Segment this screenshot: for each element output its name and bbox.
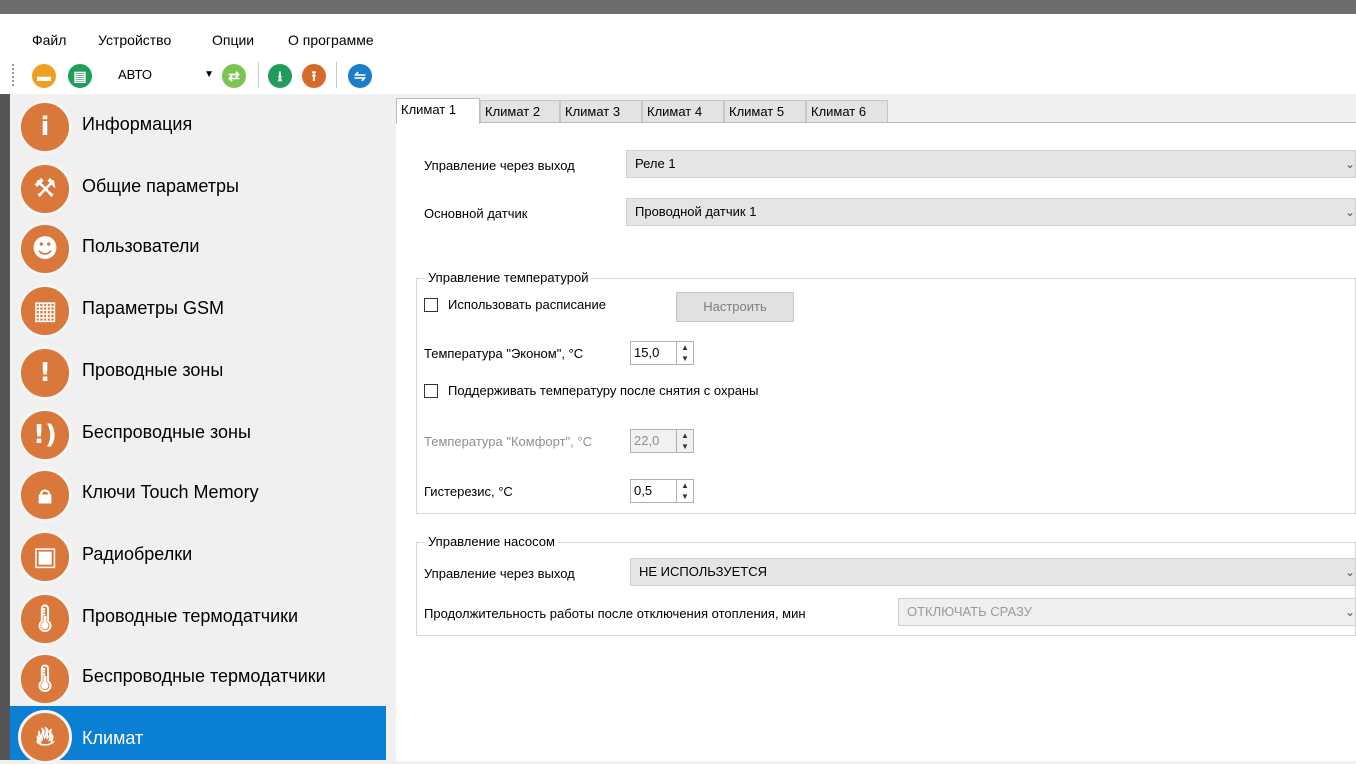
sensor-select[interactable]: Проводной датчик 1 ⌄ xyxy=(626,198,1356,226)
exclamation-icon: ! xyxy=(18,346,72,400)
chevron-down-icon: ⌄ xyxy=(1344,157,1355,171)
sim-card-icon: ▦ xyxy=(18,284,72,338)
output-select-value: Реле 1 xyxy=(635,156,676,171)
menu-file[interactable]: Файл xyxy=(32,32,66,48)
hysteresis-label: Гистерезис, °C xyxy=(424,484,513,499)
spin-arrows-icon: ▲ ▼ xyxy=(676,430,693,452)
pump-output-label: Управление через выход xyxy=(424,566,575,581)
sidebar-item-label: Беспроводные термодатчики xyxy=(82,666,326,686)
tab-climate-4[interactable]: Климат 4 xyxy=(642,100,724,122)
sidebar-item-touch-memory[interactable]: 🔒︎ Ключи Touch Memory xyxy=(10,464,386,524)
output-label: Управление через выход xyxy=(424,158,575,173)
sidebar-item-climate[interactable]: 🔥︎ Климат xyxy=(10,706,386,764)
toolbar-grip[interactable] xyxy=(12,64,14,86)
tab-climate-1[interactable]: Климат 1 xyxy=(396,98,480,124)
wireless-thermometer-icon: 🌡︎ xyxy=(18,652,72,706)
folder-open-icon[interactable]: ▬ xyxy=(32,64,56,88)
sidebar-item-general[interactable]: ⚒ Общие параметры xyxy=(10,158,386,218)
sidebar-item-wired-zones[interactable]: ! Проводные зоны xyxy=(10,342,386,402)
menu-about[interactable]: О программе xyxy=(288,32,374,48)
pump-duration-label: Продолжительность работы после отключени… xyxy=(424,606,806,621)
sidebar-item-label: Пользователи xyxy=(82,236,200,256)
thermometer-icon: 🌡︎ xyxy=(18,592,72,646)
toolbar-separator xyxy=(336,62,337,88)
sidebar-item-users[interactable]: ☻ Пользователи xyxy=(10,218,386,278)
sidebar-item-keyfobs[interactable]: ▣ Радиобрелки xyxy=(10,526,386,586)
temperature-group-title: Управление температурой xyxy=(425,270,592,285)
configure-button[interactable]: Настроить xyxy=(676,292,794,322)
menu-device[interactable]: Устройство xyxy=(98,32,171,48)
sidebar-item-info[interactable]: i Информация xyxy=(10,96,386,156)
menu-bar xyxy=(0,14,1356,58)
wrench-icon: ⚒ xyxy=(18,162,72,216)
pump-output-select[interactable]: НЕ ИСПОЛЬЗУЕТСЯ ⌄ xyxy=(630,558,1356,586)
econom-label: Температура "Эконом", °C xyxy=(424,346,584,361)
chevron-down-icon: ▼ xyxy=(204,69,214,80)
upload-icon[interactable]: ⭱ xyxy=(302,64,326,88)
sidebar-item-wireless-zones[interactable]: !) Беспроводные зоны xyxy=(10,404,386,464)
save-device-icon[interactable]: ▤ xyxy=(68,64,92,88)
comfort-stepper: 22,0 ▲ ▼ xyxy=(630,429,694,453)
spin-arrows-icon[interactable]: ▲ ▼ xyxy=(676,480,693,502)
sensor-label: Основной датчик xyxy=(424,206,528,221)
users-icon: ☻ xyxy=(18,222,72,276)
flame-icon: 🔥︎ xyxy=(18,710,72,764)
sidebar-item-wireless-thermo[interactable]: 🌡︎ Беспроводные термодатчики xyxy=(10,648,386,708)
sidebar-item-label: Климат xyxy=(82,728,144,748)
sidebar-item-label: Беспроводные зоны xyxy=(82,422,251,442)
econom-value: 15,0 xyxy=(634,345,660,360)
pump-group-title: Управление насосом xyxy=(425,534,558,549)
comfort-label: Температура "Комфорт", °C xyxy=(424,434,592,449)
use-schedule-label: Использовать расписание xyxy=(448,297,606,312)
toolbar-separator xyxy=(258,62,259,88)
sidebar-item-label: Информация xyxy=(82,114,193,134)
sidebar-item-label: Проводные зоны xyxy=(82,360,224,380)
use-schedule-checkbox[interactable] xyxy=(424,298,438,312)
refresh-connect-icon[interactable]: ⇄ xyxy=(222,64,246,88)
info-icon: i xyxy=(18,100,72,154)
mode-select-value: АВТО xyxy=(118,67,152,82)
sidebar-edge xyxy=(0,94,10,760)
mode-select[interactable]: АВТО ▼ xyxy=(110,62,218,88)
sidebar-item-wired-thermo[interactable]: 🌡︎ Проводные термодатчики xyxy=(10,588,386,648)
pump-duration-select: ОТКЛЮЧАТЬ СРАЗУ ⌄ xyxy=(898,598,1356,626)
sidebar-item-label: Проводные термодатчики xyxy=(82,606,299,626)
tab-climate-5[interactable]: Климат 5 xyxy=(724,100,806,122)
window-top-strip xyxy=(0,0,1356,14)
download-icon[interactable]: ⭳ xyxy=(268,64,292,88)
output-select[interactable]: Реле 1 ⌄ xyxy=(626,150,1356,178)
pump-output-value: НЕ ИСПОЛЬЗУЕТСЯ xyxy=(639,564,767,579)
wireless-exclamation-icon: !) xyxy=(18,408,72,462)
pump-duration-value: ОТКЛЮЧАТЬ СРАЗУ xyxy=(907,604,1032,619)
chevron-down-icon: ⌄ xyxy=(1344,205,1355,219)
sidebar-item-label: Параметры GSM xyxy=(82,298,224,318)
comfort-value: 22,0 xyxy=(634,433,660,448)
hysteresis-value: 0,5 xyxy=(634,483,653,498)
econom-stepper[interactable]: 15,0 ▲ ▼ xyxy=(630,341,694,365)
keyfob-icon: ▣ xyxy=(18,530,72,584)
sidebar-item-label: Ключи Touch Memory xyxy=(82,482,259,502)
chevron-down-icon: ⌄ xyxy=(1344,565,1355,579)
tab-climate-2[interactable]: Климат 2 xyxy=(480,100,560,122)
sync-icon[interactable]: ⇋ xyxy=(348,64,372,88)
chevron-down-icon: ⌄ xyxy=(1344,605,1355,619)
tab-climate-6[interactable]: Климат 6 xyxy=(806,100,888,122)
lock-icon: 🔒︎ xyxy=(18,468,72,522)
sensor-select-value: Проводной датчик 1 xyxy=(635,204,757,219)
sidebar-item-gsm[interactable]: ▦ Параметры GSM xyxy=(10,280,386,340)
keep-temp-checkbox[interactable] xyxy=(424,384,438,398)
hysteresis-stepper[interactable]: 0,5 ▲ ▼ xyxy=(630,479,694,503)
keep-temp-label: Поддерживать температуру после снятия с … xyxy=(448,383,759,398)
sidebar-item-label: Общие параметры xyxy=(82,176,239,196)
spin-arrows-icon[interactable]: ▲ ▼ xyxy=(676,342,693,364)
tab-climate-3[interactable]: Климат 3 xyxy=(560,100,642,122)
sidebar-item-label: Радиобрелки xyxy=(82,544,193,564)
menu-options[interactable]: Опции xyxy=(212,32,254,48)
